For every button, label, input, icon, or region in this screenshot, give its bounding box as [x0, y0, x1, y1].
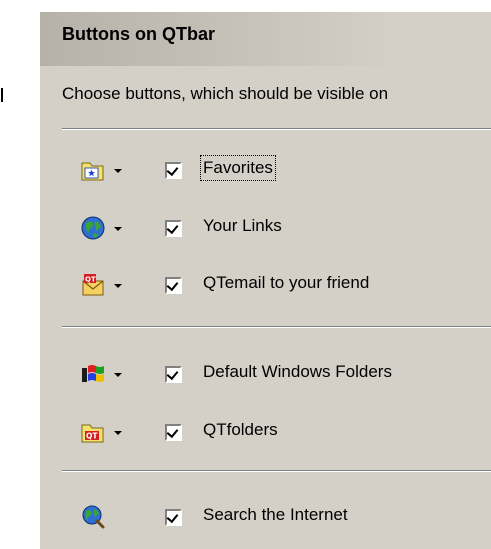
- svg-text:QT: QT: [86, 432, 98, 441]
- qtfolders-checkbox[interactable]: [165, 424, 182, 441]
- qtemail-dropdown-arrow[interactable]: [111, 279, 125, 293]
- button-row-favorites: Favorites: [40, 154, 491, 188]
- favorites-dropdown-arrow[interactable]: [111, 164, 125, 178]
- your-links-checkbox[interactable]: [165, 220, 182, 237]
- separator: [62, 326, 491, 328]
- favorites-checkbox[interactable]: [165, 162, 182, 179]
- default-windows-folders-dropdown-arrow[interactable]: [111, 368, 125, 382]
- search-the-internet-label[interactable]: Search the Internet: [203, 505, 348, 525]
- separator: [62, 470, 491, 472]
- your-links-dropdown-arrow[interactable]: [111, 222, 125, 236]
- section-title: Buttons on QTbar: [62, 24, 215, 44]
- qtfolders-dropdown-arrow[interactable]: [111, 426, 125, 440]
- qt-folder-icon: QT: [81, 424, 104, 443]
- default-windows-folders-label[interactable]: Default Windows Folders: [203, 362, 392, 382]
- search-globe-icon: [82, 505, 105, 529]
- qtemail-label[interactable]: QTemail to your friend: [203, 273, 369, 293]
- button-row-qtemail: QT QTemail to your friend: [40, 269, 491, 303]
- windows-folders-icon: [82, 365, 104, 382]
- button-row-search-the-internet: Search the Internet: [40, 501, 491, 535]
- your-links-label[interactable]: Your Links: [203, 216, 282, 236]
- button-row-default-windows-folders: Default Windows Folders: [40, 358, 491, 392]
- separator: [62, 128, 491, 130]
- svg-text:QT: QT: [85, 276, 96, 284]
- default-windows-folders-checkbox[interactable]: [165, 366, 182, 383]
- globe-links-icon: [81, 216, 105, 240]
- qtfolders-label[interactable]: QTfolders: [203, 420, 278, 440]
- qtemail-checkbox[interactable]: [165, 277, 182, 294]
- window-edge-mark: [0, 88, 6, 102]
- button-row-qtfolders: QT QTfolders: [40, 416, 491, 450]
- instruction-text: Choose buttons, which should be visible …: [62, 84, 389, 103]
- qtemail-icon: QT: [82, 274, 104, 296]
- search-the-internet-checkbox[interactable]: [165, 509, 182, 526]
- button-row-your-links: Your Links: [40, 212, 491, 246]
- settings-panel: Buttons on QTbar Choose buttons, which s…: [40, 12, 491, 549]
- favorites-label[interactable]: Favorites: [200, 155, 276, 181]
- section-header: Buttons on QTbar: [40, 12, 491, 66]
- favorites-folder-icon: [81, 162, 104, 181]
